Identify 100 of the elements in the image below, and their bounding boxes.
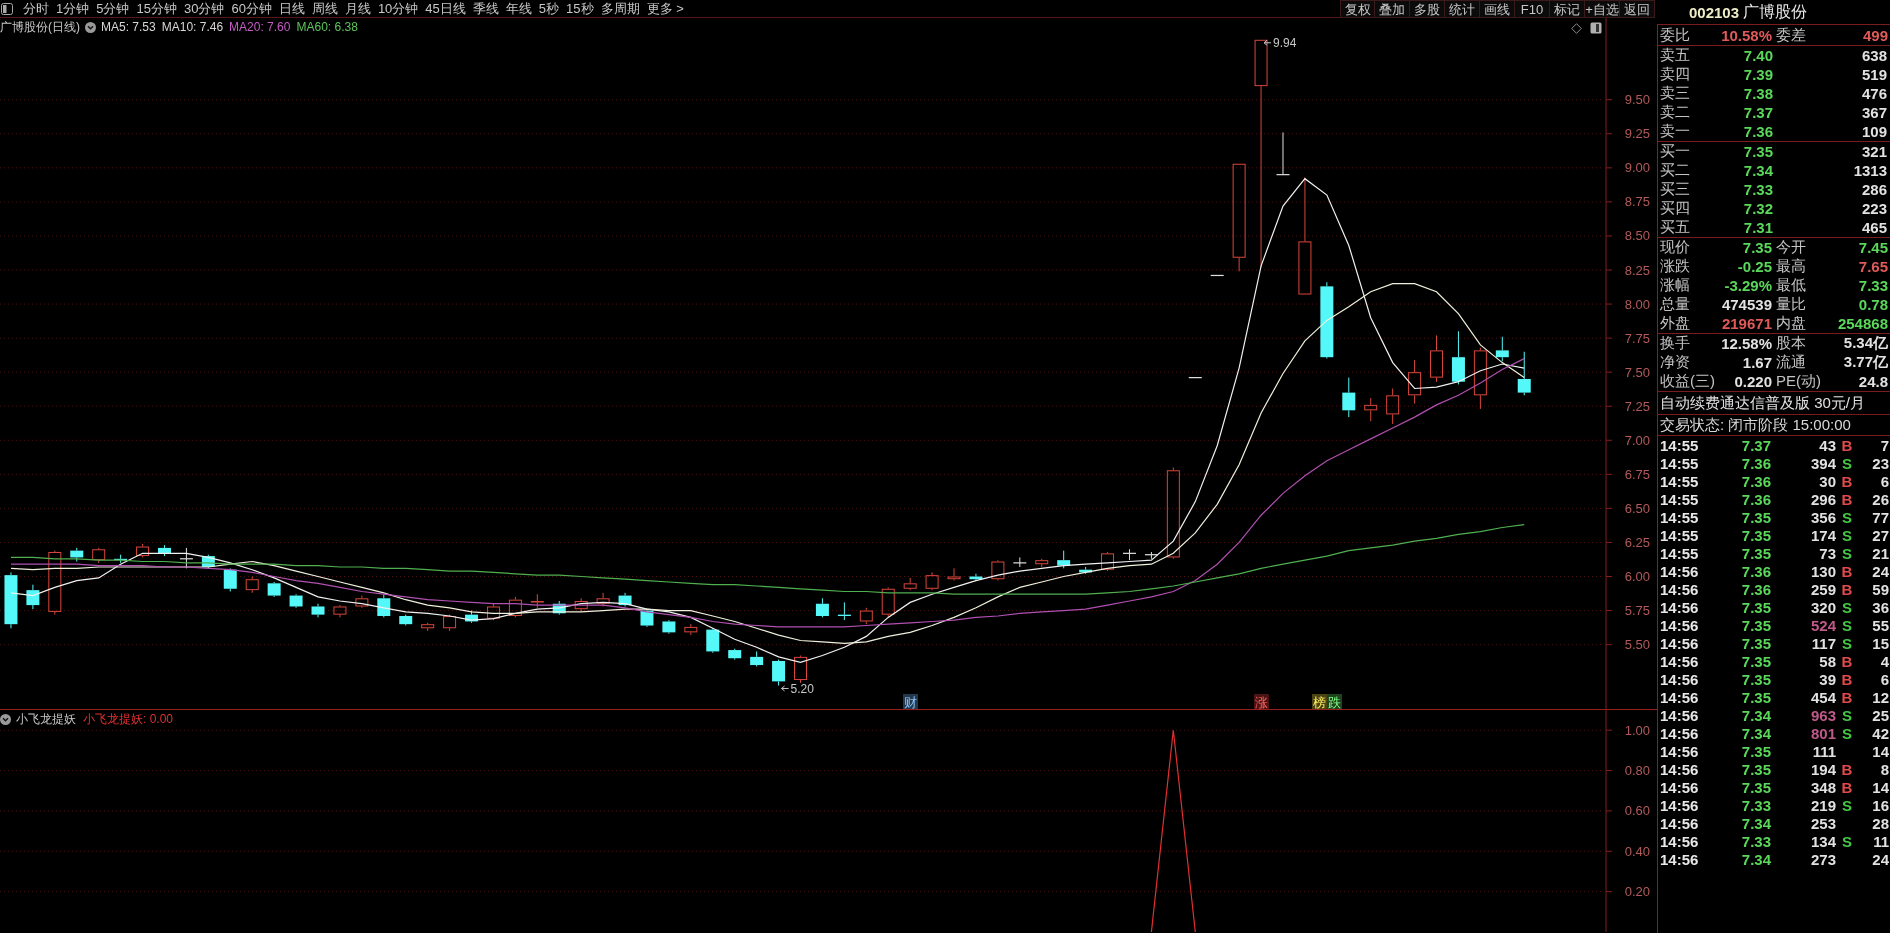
trade-side: B — [1840, 760, 1854, 778]
axis-label: 0.20 — [1624, 884, 1650, 900]
order-volume: 286 — [1861, 181, 1887, 198]
order-level-label: 买三 — [1660, 180, 1690, 199]
trade-side: S — [1841, 706, 1853, 724]
quote-value: 1.67 — [1742, 354, 1772, 371]
trade-side: S — [1841, 634, 1853, 652]
trade-price: 7.34 — [1740, 850, 1771, 868]
trade-price: 7.35 — [1740, 526, 1771, 544]
price-label: 5.20 — [790, 682, 814, 696]
trade-price: 7.36 — [1740, 472, 1771, 490]
quote-label: PE(动) — [1776, 372, 1821, 391]
quote-value: -0.25 — [1737, 258, 1772, 275]
trade-volume: 320 — [1809, 598, 1836, 616]
order-price: 7.31 — [1743, 219, 1773, 236]
trade-time: 14:56 — [1660, 724, 1700, 742]
trade-count: 24 — [1871, 850, 1890, 868]
order-price: 7.40 — [1743, 47, 1773, 64]
trade-volume: 111 — [1811, 742, 1836, 760]
trade-volume: 30 — [1818, 472, 1836, 490]
quote-value: 12.58% — [1721, 335, 1772, 352]
trade-time: 14:55 — [1660, 472, 1700, 490]
trade-count: 14 — [1871, 778, 1890, 796]
trade-price: 7.35 — [1740, 634, 1771, 652]
order-price: 7.33 — [1743, 181, 1773, 198]
trade-count: 11 — [1872, 832, 1890, 850]
trade-volume: 963 — [1809, 706, 1836, 724]
quote-value: 10.58% — [1721, 26, 1772, 44]
trade-price: 7.35 — [1740, 652, 1771, 670]
event-tag: 财 — [903, 694, 918, 710]
quote-label: 今开 — [1776, 238, 1806, 257]
trade-side: B — [1840, 580, 1854, 598]
trade-count: 12 — [1871, 688, 1890, 706]
quote-label: 涨幅 — [1660, 276, 1690, 295]
trade-side: S — [1841, 526, 1853, 544]
quote-value: 254868 — [1837, 315, 1888, 332]
trade-volume: 73 — [1818, 544, 1836, 562]
trade-count: 23 — [1871, 454, 1890, 472]
trade-count: 27 — [1871, 526, 1890, 544]
quote-value: 24.8 — [1858, 373, 1888, 390]
trade-price: 7.37 — [1740, 436, 1771, 454]
trade-volume: 454 — [1809, 688, 1836, 706]
event-tag: 榜 — [1312, 694, 1327, 710]
quote-value: 7.33 — [1858, 277, 1888, 294]
trade-price: 7.33 — [1740, 832, 1771, 850]
order-level-label: 卖三 — [1660, 84, 1690, 103]
trade-count: 6 — [1879, 472, 1890, 490]
quote-value: 7.45 — [1858, 239, 1888, 256]
trade-side: S — [1841, 544, 1853, 562]
quote-value: 5.34亿 — [1843, 334, 1888, 353]
quote-label: 委比 — [1660, 25, 1690, 45]
trade-time: 14:56 — [1660, 688, 1700, 706]
trade-count: 55 — [1871, 616, 1890, 634]
trade-price: 7.35 — [1740, 508, 1771, 526]
order-volume: 519 — [1861, 66, 1887, 83]
quote-label: 最低 — [1776, 276, 1806, 295]
quote-value: 7.35 — [1742, 239, 1772, 256]
quote-value: 0.220 — [1734, 373, 1772, 390]
trade-volume: 58 — [1818, 652, 1836, 670]
quote-label: 股本 — [1776, 334, 1806, 353]
trade-side: B — [1840, 562, 1854, 580]
axis-label: 5.75 — [1624, 603, 1650, 619]
quote-label: 内盘 — [1776, 314, 1806, 333]
quote-label: 外盘 — [1660, 314, 1690, 333]
trade-side: S — [1841, 508, 1853, 526]
order-price: 7.32 — [1743, 200, 1773, 217]
order-volume: 367 — [1861, 104, 1887, 121]
trade-count: 14 — [1871, 742, 1890, 760]
axis-label: 8.75 — [1624, 194, 1650, 210]
trade-volume: 356 — [1809, 508, 1836, 526]
trade-volume: 348 — [1809, 778, 1836, 796]
trade-side: B — [1840, 652, 1854, 670]
trade-time: 14:56 — [1660, 778, 1700, 796]
trade-side: S — [1841, 616, 1853, 634]
axis-label: 9.00 — [1624, 160, 1650, 176]
chart-title: 广博股份(日线) — [0, 20, 80, 34]
ma-legend-item: MA20: 7.60 — [229, 20, 291, 34]
order-level-label: 卖四 — [1660, 65, 1690, 84]
axis-label: 7.00 — [1624, 432, 1650, 448]
axis-label: 5.50 — [1624, 637, 1650, 653]
order-volume: 465 — [1861, 219, 1887, 236]
order-price: 7.39 — [1743, 66, 1773, 83]
event-tag: 跌 — [1327, 694, 1342, 710]
trade-time: 14:56 — [1660, 760, 1700, 778]
quote-label: 现价 — [1660, 238, 1690, 257]
trade-price: 7.36 — [1740, 454, 1771, 472]
order-price: 7.36 — [1743, 123, 1773, 140]
order-volume: 109 — [1861, 123, 1887, 140]
trade-time: 14:56 — [1660, 616, 1700, 634]
axis-label: 7.25 — [1624, 398, 1650, 414]
trade-side: B — [1840, 436, 1854, 454]
trade-time: 14:56 — [1660, 652, 1700, 670]
trade-volume: 134 — [1809, 832, 1836, 850]
trade-volume: 219 — [1809, 796, 1836, 814]
trade-volume: 253 — [1809, 814, 1836, 832]
axis-label: 8.00 — [1624, 296, 1650, 312]
trade-volume: 130 — [1809, 562, 1836, 580]
order-volume: 1313 — [1853, 162, 1887, 179]
trade-time: 14:56 — [1660, 850, 1700, 868]
trade-side: B — [1840, 778, 1854, 796]
